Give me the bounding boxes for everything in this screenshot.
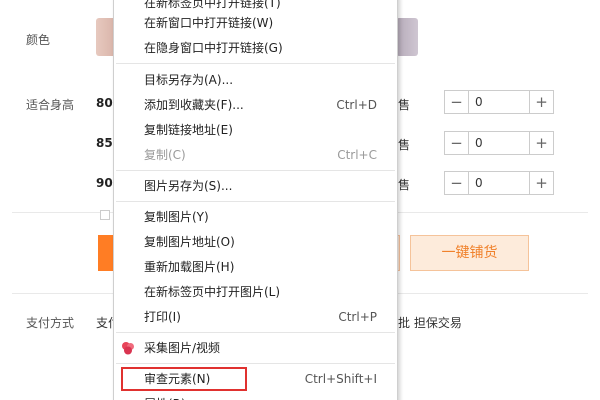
payment-label: 支付方式 bbox=[26, 316, 75, 330]
select-checkbox[interactable] bbox=[100, 210, 110, 220]
plus-button[interactable]: + bbox=[529, 132, 553, 154]
menu-item-properties[interactable]: 属性(R) bbox=[114, 392, 397, 400]
minus-button[interactable]: − bbox=[445, 172, 469, 194]
menu-separator bbox=[116, 332, 395, 333]
minus-button[interactable]: − bbox=[445, 132, 469, 154]
menu-item-copy[interactable]: 复制(C) Ctrl+C bbox=[114, 143, 397, 167]
color-swatch-2[interactable] bbox=[396, 18, 418, 56]
one-click-distribute-button[interactable]: 一键铺货 bbox=[410, 235, 529, 271]
shortcut-text: Ctrl+C bbox=[337, 148, 377, 162]
quantity-input[interactable]: 0 bbox=[475, 176, 483, 190]
size-value: 90 bbox=[96, 176, 113, 190]
menu-separator bbox=[116, 363, 395, 364]
menu-separator bbox=[116, 170, 395, 171]
minus-button[interactable]: − bbox=[445, 91, 469, 113]
menu-item-print[interactable]: 打印(I) Ctrl+P bbox=[114, 305, 397, 329]
flower-icon bbox=[122, 342, 134, 355]
menu-item-open-incognito[interactable]: 在隐身窗口中打开链接(G) bbox=[114, 36, 397, 60]
menu-item-open-image-new-tab[interactable]: 在新标签页中打开图片(L) bbox=[114, 280, 397, 304]
payment-method-escrow: 批 担保交易 bbox=[398, 316, 462, 330]
menu-item-copy-link[interactable]: 复制链接地址(E) bbox=[114, 118, 397, 142]
menu-item-save-image[interactable]: 图片另存为(S)... bbox=[114, 174, 397, 198]
sell-text: 售 bbox=[398, 138, 411, 152]
plus-button[interactable]: + bbox=[529, 91, 553, 113]
menu-item-open-new-window[interactable]: 在新窗口中打开链接(W) bbox=[114, 11, 397, 35]
menu-separator bbox=[116, 63, 395, 64]
quantity-stepper: − 0 + bbox=[444, 90, 554, 114]
menu-item-save-target[interactable]: 目标另存为(A)... bbox=[114, 68, 397, 92]
size-value: 85 bbox=[96, 136, 113, 150]
menu-item-copy-image-address[interactable]: 复制图片地址(O) bbox=[114, 230, 397, 254]
menu-item-copy-image[interactable]: 复制图片(Y) bbox=[114, 205, 397, 229]
size-value: 80 bbox=[96, 96, 113, 110]
menu-item-collect-media[interactable]: 采集图片/视频 bbox=[114, 336, 397, 360]
sell-text: 售 bbox=[398, 178, 411, 192]
shortcut-text: Ctrl+P bbox=[338, 310, 377, 324]
menu-item-add-favorite[interactable]: 添加到收藏夹(F)... Ctrl+D bbox=[114, 93, 397, 117]
size-label: 适合身高 bbox=[26, 98, 75, 112]
highlight-annotation-box bbox=[121, 367, 247, 391]
shortcut-text: Ctrl+Shift+I bbox=[304, 372, 377, 386]
plus-button[interactable]: + bbox=[529, 172, 553, 194]
quantity-stepper: − 0 + bbox=[444, 171, 554, 195]
quantity-stepper: − 0 + bbox=[444, 131, 554, 155]
context-menu: 在新标签页中打开链接(T) 在新窗口中打开链接(W) 在隐身窗口中打开链接(G)… bbox=[113, 0, 398, 400]
menu-item-reload-image[interactable]: 重新加载图片(H) bbox=[114, 255, 397, 279]
quantity-input[interactable]: 0 bbox=[475, 95, 483, 109]
shortcut-text: Ctrl+D bbox=[336, 98, 377, 112]
quantity-input[interactable]: 0 bbox=[475, 136, 483, 150]
sell-text: 售 bbox=[398, 98, 411, 112]
color-label: 颜色 bbox=[26, 33, 51, 47]
menu-separator bbox=[116, 201, 395, 202]
